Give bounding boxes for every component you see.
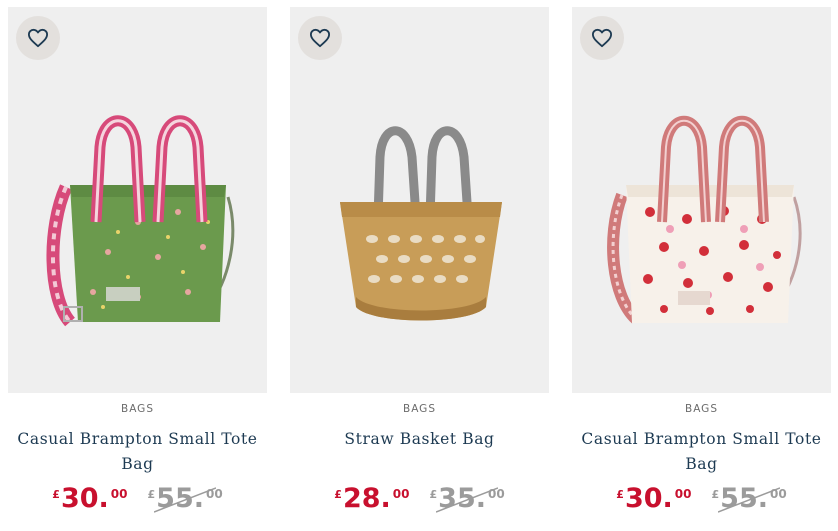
was-price: £ 35. 00: [430, 483, 505, 515]
strikethrough-line: [435, 487, 498, 513]
currency-symbol: £: [616, 488, 624, 501]
straw-basket-bag-image: [340, 126, 502, 321]
price-integer: 28.: [342, 483, 391, 514]
product-image[interactable]: [572, 7, 831, 393]
strawberry-tote-image: [607, 115, 802, 324]
price-decimal: 00: [392, 487, 410, 501]
heart-outline-icon: [592, 28, 612, 48]
price-row: £ 28. 00 £ 35. 00: [290, 483, 549, 515]
product-category: BAGS: [402, 403, 436, 415]
heart-outline-icon: [309, 28, 330, 48]
product-image[interactable]: [8, 7, 267, 393]
sale-price: £ 30. 00: [52, 483, 127, 515]
heart-outline-icon: [27, 28, 48, 48]
product-title-link[interactable]: Straw Basket Bag: [282, 427, 557, 452]
product-card[interactable]: BAGS Straw Basket Bag £ 28. 00 £ 35. 00: [290, 7, 549, 527]
product-title-line1: Straw Basket Bag: [344, 430, 495, 448]
product-title-line1: Casual Brampton Small Tote: [17, 430, 258, 448]
price-row: £ 30. 00 £ 55. 00: [572, 483, 831, 515]
wishlist-button[interactable]: [16, 16, 60, 60]
currency-symbol: £: [334, 488, 342, 501]
product-image[interactable]: [290, 7, 549, 393]
price-decimal: 00: [110, 487, 128, 501]
sale-price: £ 30. 00: [616, 483, 691, 515]
product-category: BAGS: [684, 403, 718, 415]
product-title-line2: Bag: [685, 455, 718, 473]
strikethrough-line: [717, 487, 780, 513]
was-price: £ 55. 00: [712, 483, 787, 515]
sale-price: £ 28. 00: [334, 483, 409, 515]
currency-symbol: £: [52, 488, 60, 501]
strikethrough-line: [153, 487, 216, 513]
wishlist-button[interactable]: [580, 16, 624, 60]
product-title-link[interactable]: Casual Brampton Small Tote Bag: [0, 427, 275, 477]
product-title-line2: Bag: [121, 455, 154, 473]
wishlist-button[interactable]: [298, 16, 342, 60]
product-card[interactable]: BAGS Casual Brampton Small Tote Bag £ 30…: [572, 7, 831, 527]
was-price: £ 55. 00: [148, 483, 223, 515]
product-title-line1: Casual Brampton Small Tote: [581, 430, 822, 448]
product-category: BAGS: [120, 403, 154, 415]
price-decimal: 00: [674, 487, 692, 501]
product-grid: BAGS Casual Brampton Small Tote Bag £ 30…: [8, 7, 831, 527]
product-title-link[interactable]: Casual Brampton Small Tote Bag: [564, 427, 838, 477]
price-row: £ 30. 00 £ 55. 00: [8, 483, 267, 515]
price-integer: 30.: [624, 483, 673, 514]
product-card[interactable]: BAGS Casual Brampton Small Tote Bag £ 30…: [8, 7, 267, 527]
green-floral-tote-image: [46, 115, 235, 327]
price-integer: 30.: [60, 483, 109, 514]
